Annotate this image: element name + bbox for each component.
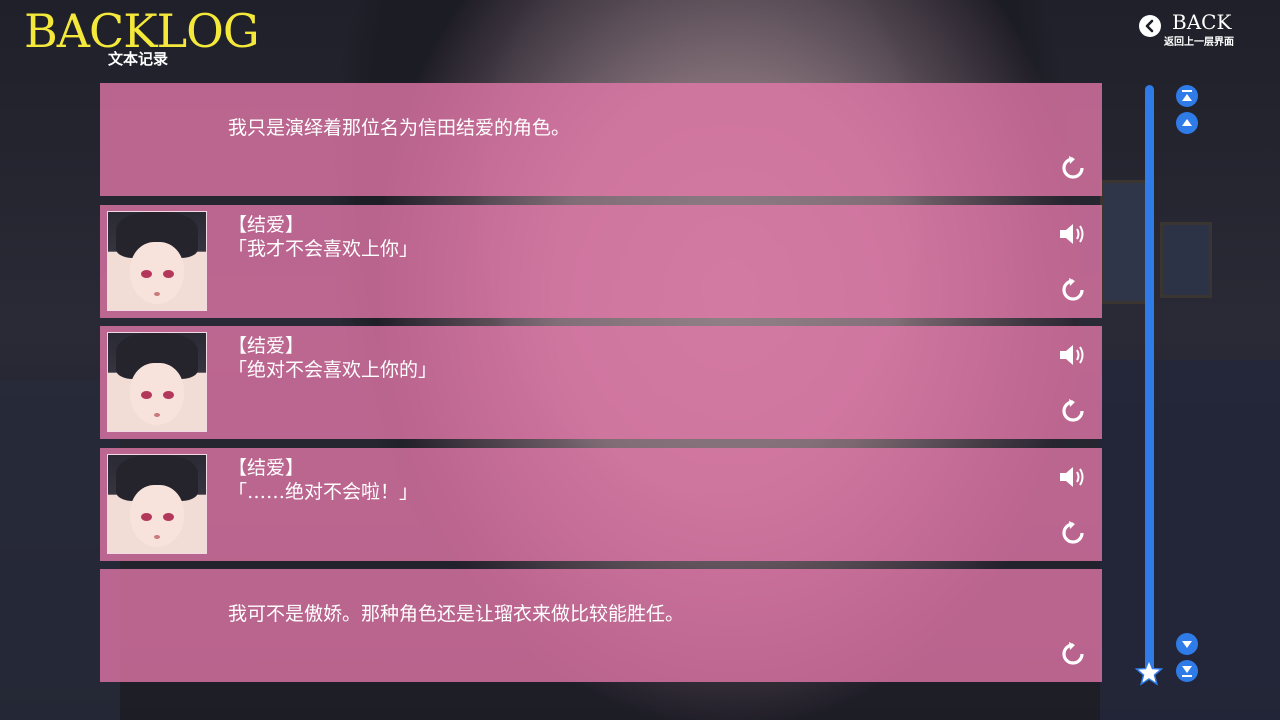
scroll-bottom-button[interactable] xyxy=(1176,660,1198,682)
scrollbar-track[interactable] xyxy=(1145,85,1154,675)
scroll-top-button[interactable] xyxy=(1176,85,1198,107)
entry-text: 「……绝对不会啦！」 xyxy=(228,481,419,503)
log-entry: 【结爱】 「……绝对不会啦！」 xyxy=(100,448,1102,561)
log-entry: 我可不是傲娇。那种角色还是让瑠衣来做比较能胜任。 xyxy=(100,569,1102,682)
background-window xyxy=(1100,180,1148,304)
back-button[interactable]: BACK 返回上一层界面 xyxy=(1138,10,1248,50)
double-chevron-up-icon xyxy=(1182,90,1192,101)
double-chevron-down-icon xyxy=(1182,666,1192,677)
scroll-up-button[interactable] xyxy=(1176,112,1198,134)
entry-text: 「我才不会喜欢上你」 xyxy=(228,238,419,260)
chevron-up-icon xyxy=(1182,119,1192,126)
chevron-left-circle-icon xyxy=(1139,15,1161,37)
entry-text: 我可不是傲娇。那种角色还是让瑠衣来做比较能胜任。 xyxy=(228,603,685,625)
speaker-name: 【结爱】 xyxy=(228,214,305,236)
back-sublabel: 返回上一层界面 xyxy=(1164,37,1234,48)
log-entry: 【结爱】 「绝对不会喜欢上你的」 xyxy=(100,326,1102,439)
speaker-icon[interactable] xyxy=(1058,342,1088,368)
speaker-name: 【结爱】 xyxy=(228,457,305,479)
replay-icon[interactable] xyxy=(1060,277,1086,303)
scroll-down-button[interactable] xyxy=(1176,633,1198,655)
star-icon[interactable] xyxy=(1135,658,1163,686)
replay-icon[interactable] xyxy=(1060,155,1086,181)
background-picture-frame xyxy=(1160,222,1212,298)
back-label: BACK xyxy=(1172,10,1232,34)
log-entry: 我只是演绎着那位名为信田结爱的角色。 xyxy=(100,83,1102,196)
replay-icon[interactable] xyxy=(1060,641,1086,667)
character-portrait xyxy=(107,332,207,432)
chevron-down-icon xyxy=(1182,641,1192,648)
character-portrait xyxy=(107,454,207,554)
page-subtitle: 文本记录 xyxy=(108,50,169,68)
entry-text: 「绝对不会喜欢上你的」 xyxy=(228,359,438,381)
speaker-icon[interactable] xyxy=(1058,464,1088,490)
speaker-icon[interactable] xyxy=(1058,221,1088,247)
character-portrait xyxy=(107,211,207,311)
replay-icon[interactable] xyxy=(1060,398,1086,424)
replay-icon[interactable] xyxy=(1060,520,1086,546)
log-entry: 【结爱】 「我才不会喜欢上你」 xyxy=(100,205,1102,318)
entry-text: 我只是演绎着那位名为信田结爱的角色。 xyxy=(228,117,571,139)
speaker-name: 【结爱】 xyxy=(228,335,305,357)
